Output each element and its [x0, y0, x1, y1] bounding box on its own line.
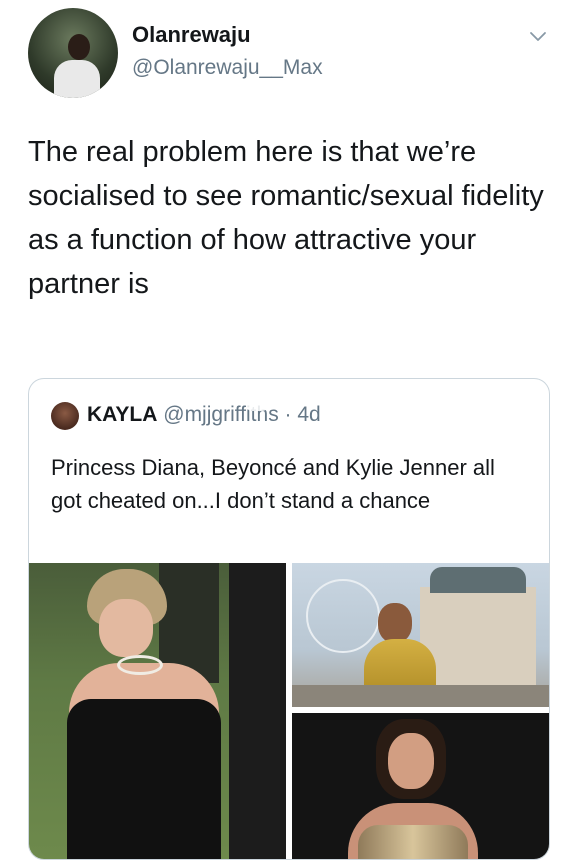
quoted-tweet-header: KAYLA @mjjgriffiths · 4d [87, 403, 321, 427]
avatar-shirt [54, 60, 100, 98]
avatar-head [68, 34, 90, 60]
necklace [117, 655, 163, 675]
face [388, 733, 434, 789]
quoted-tweet-text: Princess Diana, Beyoncé and Kylie Jenner… [51, 455, 495, 513]
author-avatar[interactable] [28, 8, 118, 98]
quoted-author-display-name: KAYLA [87, 403, 158, 426]
head [378, 603, 412, 643]
photo-princess-diana[interactable] [29, 563, 286, 859]
quoted-author-avatar [51, 402, 79, 430]
quoted-tweet-card[interactable]: KAYLA @mjjgriffiths · 4d Princess Diana,… [28, 378, 550, 860]
background-figure [229, 563, 286, 859]
photo-beyonce[interactable] [292, 563, 549, 707]
alt-text-icon[interactable] [246, 389, 268, 411]
rooftop [292, 685, 549, 707]
author-handle[interactable]: @Olanrewaju__Max [132, 56, 323, 80]
face [99, 599, 153, 657]
tweet-text: The real problem here is that we’re soci… [28, 136, 544, 300]
building [420, 587, 536, 687]
dress [67, 699, 221, 859]
metallic-dress [358, 825, 468, 859]
building-dome [430, 567, 526, 593]
quoted-tweet-time: · 4d [284, 403, 321, 426]
author-display-name[interactable]: Olanrewaju [132, 22, 251, 48]
ferris-wheel [306, 579, 380, 653]
photo-kylie-jenner[interactable] [292, 713, 549, 859]
chevron-down-icon[interactable] [528, 26, 548, 46]
